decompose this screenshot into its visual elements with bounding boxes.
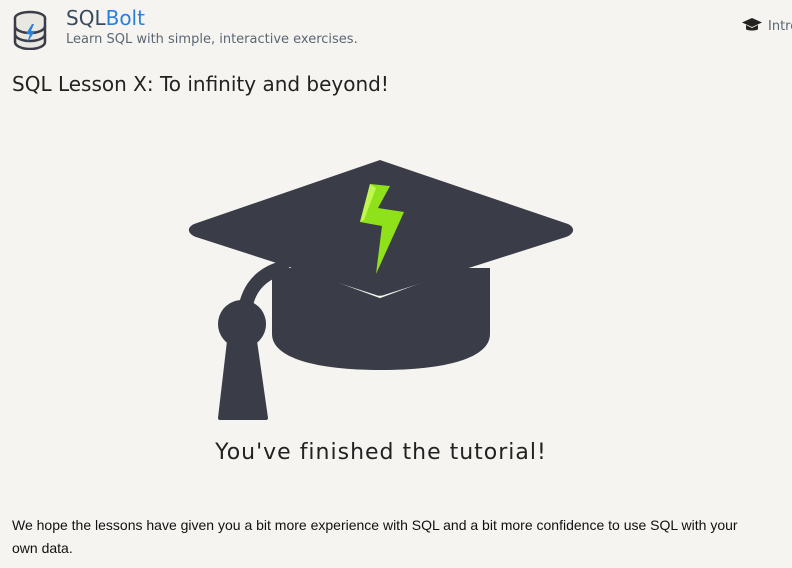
brand-bolt: Bolt (105, 6, 145, 30)
brand-sql: SQL (66, 6, 106, 30)
graduation-cap-bolt-icon (188, 160, 574, 420)
nav-introduction-link[interactable]: Introduction (742, 17, 792, 37)
finished-message: You've finished the tutorial! (215, 440, 547, 465)
graduation-cap-icon (742, 18, 762, 31)
site-header: SQLBolt Learn SQL with simple, interacti… (0, 0, 792, 56)
closing-paragraph: We hope the lessons have given you a bit… (12, 517, 738, 556)
site-brand[interactable]: SQLBolt (66, 6, 145, 30)
database-bolt-icon[interactable] (12, 10, 48, 50)
lesson-title: SQL Lesson X: To infinity and beyond! (12, 72, 389, 96)
site-tagline: Learn SQL with simple, interactive exerc… (66, 32, 358, 47)
nav-introduction-label: Introduction (768, 19, 792, 34)
